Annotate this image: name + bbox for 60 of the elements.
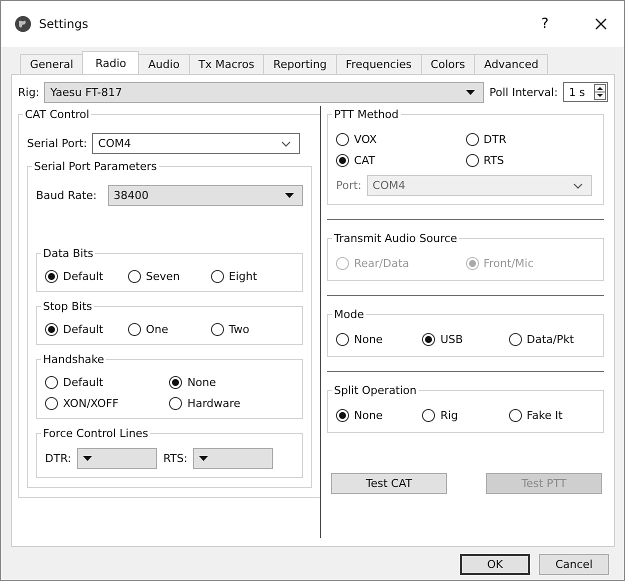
field-label: Port: (336, 179, 362, 192)
radio-option[interactable]: Eight (210, 270, 294, 283)
radio-option[interactable]: Rig (422, 409, 509, 422)
tab[interactable]: Advanced (474, 54, 548, 74)
tab[interactable]: General (20, 54, 84, 74)
rig-dropdown[interactable]: Yaesu FT-817 (44, 82, 484, 102)
radio-option[interactable]: None (336, 333, 422, 346)
group-title: Split Operation (333, 384, 418, 397)
caret-icon (466, 90, 476, 94)
group-title: Handshake (42, 353, 106, 366)
radio-option[interactable]: RTS (466, 154, 595, 167)
radio-option[interactable]: Hardware (169, 397, 294, 410)
radio-option[interactable]: Fake It (508, 409, 595, 422)
globe-icon (15, 16, 31, 32)
radio-option[interactable]: None (169, 376, 294, 389)
group-title: Mode (333, 308, 365, 321)
group-title: Transmit Audio Source (333, 232, 458, 245)
tab[interactable]: Radio (82, 51, 140, 74)
radio-option[interactable]: XON/XOFF (45, 397, 170, 410)
group-title: Data Bits (42, 247, 94, 260)
field-label: RTS: (163, 452, 188, 465)
radio-option[interactable]: Data/Pkt (508, 333, 595, 346)
help-button[interactable]: ? (522, 1, 568, 47)
spin-arrows-icon (594, 84, 606, 100)
close-icon (595, 18, 607, 30)
baud-rate-dropdown[interactable]: 38400 (108, 185, 303, 206)
radio-option[interactable]: Default (45, 323, 128, 336)
field-label: Poll Interval: (489, 86, 558, 98)
window-title: Settings (39, 17, 90, 31)
radio-option[interactable]: Default (45, 376, 170, 389)
radio-option[interactable]: Seven (128, 270, 211, 283)
radio-option[interactable]: CAT (336, 154, 466, 167)
radio-option[interactable]: None (336, 409, 422, 422)
caret-icon (199, 456, 208, 461)
chevron-icon (572, 182, 583, 188)
field-label: Serial Port: (27, 137, 88, 150)
group-title: Stop Bits (42, 300, 94, 313)
radio-option[interactable]: Two (210, 323, 294, 336)
radio-option[interactable]: USB (422, 333, 509, 346)
chevron-icon (281, 140, 292, 146)
rts-dropdown[interactable] (193, 448, 274, 469)
radio-option[interactable]: VOX (336, 133, 466, 146)
group-title: CAT Control (24, 108, 90, 121)
radio-option[interactable]: Default (45, 270, 128, 283)
caret-icon (284, 193, 294, 198)
dialog-button[interactable]: Cancel (539, 554, 609, 575)
dtr-dropdown[interactable] (77, 448, 158, 469)
field-label: DTR: (45, 452, 72, 465)
radio-option[interactable]: DTR (466, 133, 595, 146)
caret-icon (83, 456, 92, 461)
dialog-button[interactable]: OK (460, 554, 530, 575)
radio-option[interactable]: One (128, 323, 211, 336)
group-title: PTT Method (333, 108, 400, 121)
field-label: Baud Rate: (36, 189, 97, 202)
group-title: Force Control Lines (42, 427, 150, 440)
test-button[interactable]: Test CAT (331, 473, 447, 494)
serial-port-dropdown[interactable]: COM4 (92, 133, 300, 154)
group-title: Serial Port Parameters (33, 160, 158, 173)
field-label: Rig: (18, 86, 40, 98)
spin-box[interactable]: 1 s (562, 82, 608, 102)
